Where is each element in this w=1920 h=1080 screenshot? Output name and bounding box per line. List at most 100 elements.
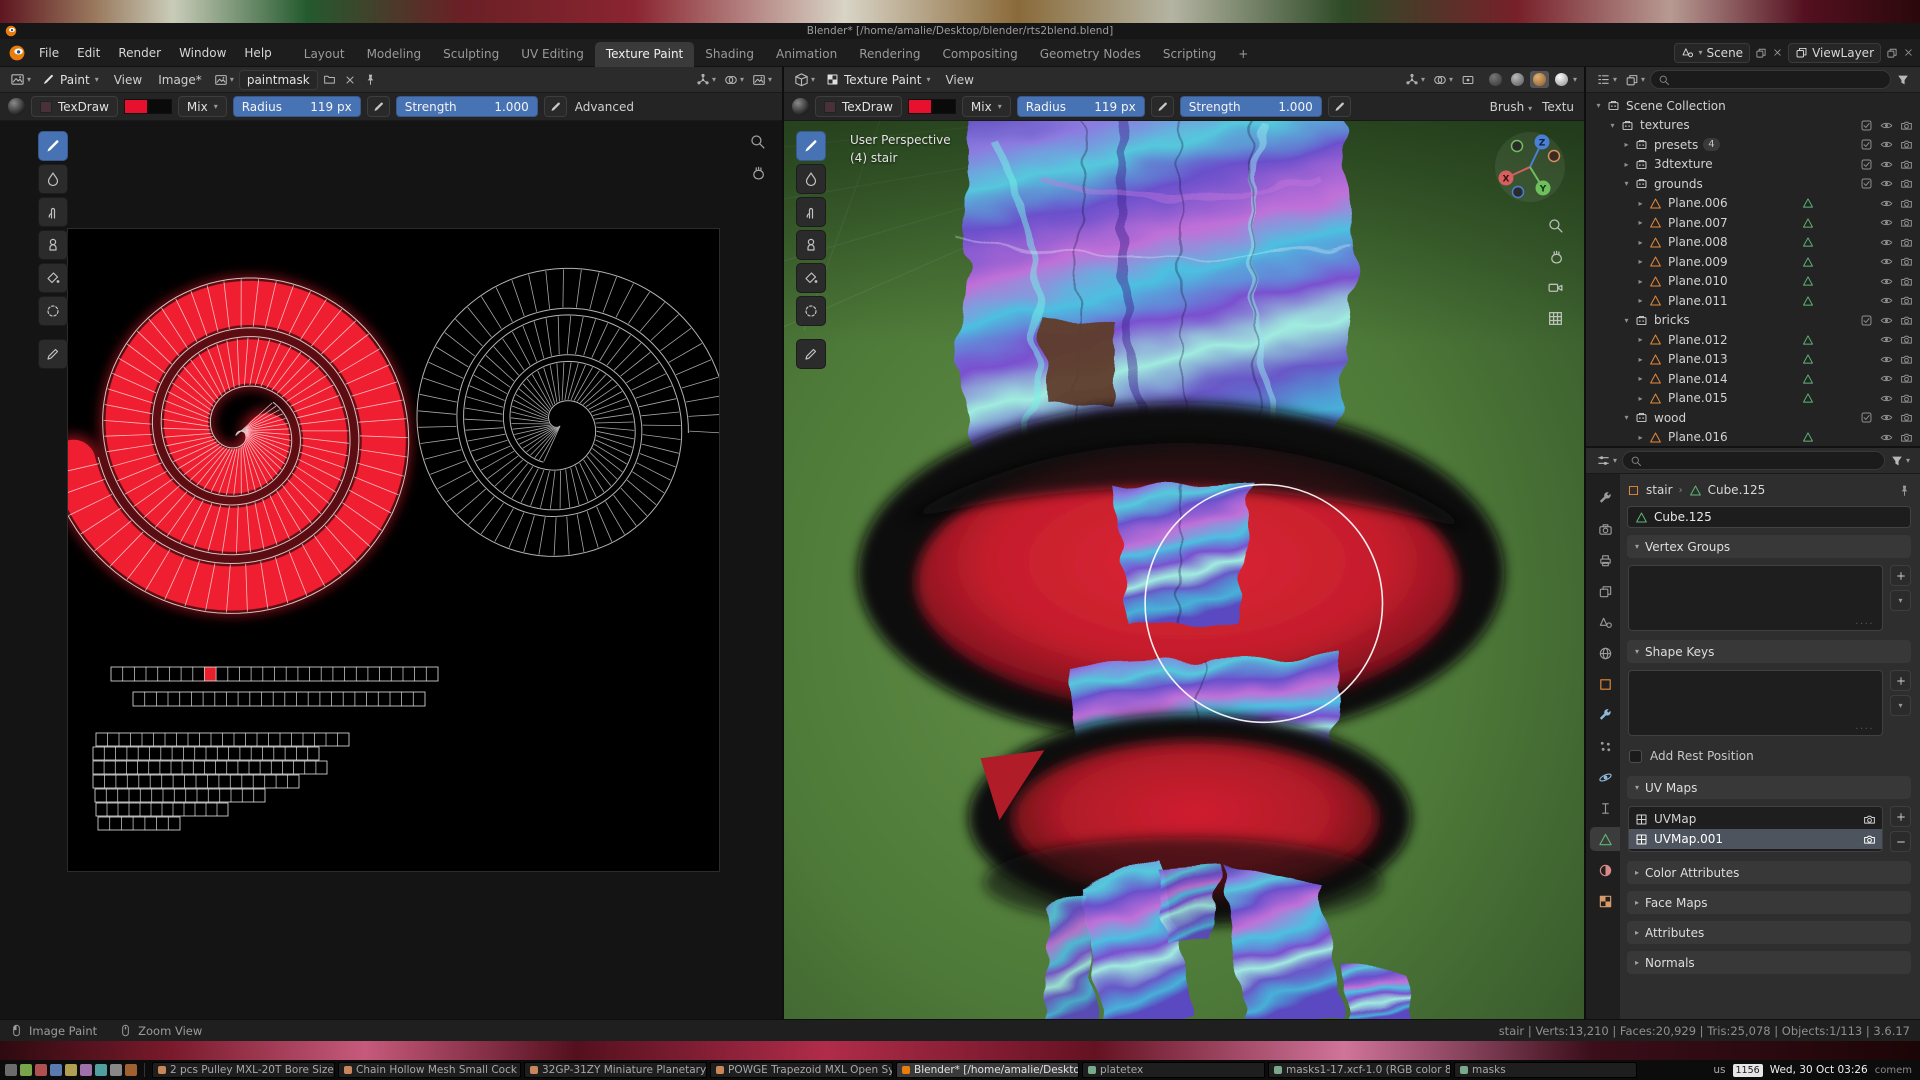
disable-render-toggle[interactable] [1896, 255, 1916, 268]
primary-color-swatch[interactable] [124, 99, 148, 114]
section-uv-maps[interactable]: ▾UV Maps [1627, 776, 1911, 799]
editor-type-image-icon[interactable]: ▾ [7, 72, 34, 87]
disable-render-toggle[interactable] [1896, 294, 1916, 307]
hide-viewport-toggle[interactable] [1876, 333, 1896, 346]
pan-hand-icon[interactable] [1547, 248, 1564, 265]
menu-view[interactable]: View [938, 73, 980, 87]
radius-slider[interactable]: Radius119 px [233, 96, 361, 117]
disclosure-closed-icon[interactable]: ▸ [1620, 140, 1633, 149]
hide-viewport-toggle[interactable] [1876, 255, 1896, 268]
exclude-checkbox[interactable] [1856, 411, 1876, 424]
hide-viewport-toggle[interactable] [1876, 314, 1896, 327]
workspace-tab-modeling[interactable]: Modeling [356, 42, 433, 67]
properties-tab-object-data[interactable] [1590, 827, 1620, 851]
navigation-gizmo[interactable]: Z X Y [1492, 129, 1568, 205]
outliner-row-plane-012[interactable]: ▸ Plane.012 [1586, 330, 1920, 350]
add-uv-map-button[interactable] [1890, 806, 1911, 827]
pin-icon[interactable] [361, 73, 380, 86]
list-resize-grip[interactable]: ···· [1855, 841, 1874, 851]
disclosure-closed-icon[interactable]: ▸ [1634, 394, 1647, 403]
hide-viewport-toggle[interactable] [1876, 236, 1896, 249]
display-mode-icon[interactable]: ▾ [1622, 73, 1648, 87]
outliner-row-plane-006[interactable]: ▸ Plane.006 [1586, 194, 1920, 214]
taskbar-clock[interactable]: Wed, 30 Oct 03:26 [1770, 1064, 1868, 1076]
hide-viewport-toggle[interactable] [1876, 216, 1896, 229]
outliner-row-plane-014[interactable]: ▸ Plane.014 [1586, 369, 1920, 389]
data-name-field[interactable]: Cube.125 [1627, 506, 1911, 528]
disclosure-closed-icon[interactable]: ▸ [1634, 218, 1647, 227]
radius-pressure-toggle[interactable] [367, 96, 390, 117]
disclosure-closed-icon[interactable]: ▸ [1634, 277, 1647, 286]
uv-map-item-uvmap[interactable]: UVMap [1629, 809, 1882, 829]
strength-slider[interactable]: Strength1.000 [1180, 96, 1322, 117]
outliner-row-plane-008[interactable]: ▸ Plane.008 [1586, 233, 1920, 253]
hide-viewport-toggle[interactable] [1876, 411, 1896, 424]
strength-pressure-toggle[interactable] [1328, 96, 1351, 117]
menu-image[interactable]: Image* [151, 73, 209, 87]
menu-window[interactable]: Window [170, 46, 235, 60]
add-rest-position-checkbox[interactable] [1629, 750, 1642, 763]
radius-slider[interactable]: Radius119 px [1017, 96, 1145, 117]
disable-render-toggle[interactable] [1896, 431, 1916, 444]
taskbar-window-button[interactable]: masks1-17.xcf-1.0 (RGB color 8-bit... [1268, 1062, 1451, 1078]
strength-pressure-toggle[interactable] [544, 96, 567, 117]
shading-rendered-button[interactable] [1552, 71, 1571, 88]
render-uv-camera-icon[interactable] [1863, 813, 1876, 826]
xray-icon[interactable] [1458, 73, 1478, 87]
disable-render-toggle[interactable] [1896, 333, 1916, 346]
advanced-panel-label[interactable]: Advanced [573, 100, 636, 114]
exclude-checkbox[interactable] [1856, 314, 1876, 327]
pan-hand-icon[interactable] [749, 164, 766, 181]
workspace-tab-uv-editing[interactable]: UV Editing [510, 42, 595, 67]
tool-clone-button[interactable] [796, 230, 826, 260]
taskbar-window-button[interactable]: platetex [1082, 1062, 1265, 1078]
3d-viewport-canvas[interactable]: User Perspective (4) stair [784, 121, 1584, 1019]
open-image-icon[interactable] [320, 73, 339, 86]
outliner-row-plane-011[interactable]: ▸ Plane.011 [1586, 291, 1920, 311]
hide-viewport-toggle[interactable] [1876, 294, 1896, 307]
properties-tab-constraints[interactable] [1590, 796, 1620, 820]
workspace-tab-compositing[interactable]: Compositing [931, 42, 1028, 67]
browse-image-icon[interactable]: ▾ [211, 73, 237, 87]
tool-draw-button[interactable] [796, 131, 826, 161]
new-scene-button[interactable] [1755, 47, 1767, 59]
disable-render-toggle[interactable] [1896, 216, 1916, 229]
uv-maps-list[interactable]: UVMap UVMap.001 ···· [1628, 806, 1883, 852]
menu-file[interactable]: File [30, 46, 68, 60]
image-mode-dropdown[interactable]: Paint▾ [36, 71, 105, 89]
taskbar-window-button[interactable]: masks [1454, 1062, 1637, 1078]
shading-wireframe-button[interactable] [1486, 71, 1505, 88]
disable-render-toggle[interactable] [1896, 314, 1916, 327]
blender-menu-icon[interactable] [8, 44, 26, 62]
disclosure-open-icon[interactable]: ▾ [1620, 316, 1633, 325]
workspace-tab-sculpting[interactable]: Sculpting [432, 42, 510, 67]
overlays-dropdown-icon[interactable]: ▾ [721, 73, 747, 87]
disclosure-open-icon[interactable]: ▾ [1620, 413, 1633, 422]
outliner-row-bricks[interactable]: ▾ bricks [1586, 311, 1920, 331]
tool-annotate-button[interactable] [796, 339, 826, 369]
outliner-row-plane-007[interactable]: ▸ Plane.007 [1586, 213, 1920, 233]
properties-tab-object[interactable] [1590, 672, 1620, 696]
disable-render-toggle[interactable] [1896, 138, 1916, 151]
secondary-color-swatch[interactable] [932, 99, 956, 114]
properties-tab-particles[interactable] [1590, 734, 1620, 758]
disable-render-toggle[interactable] [1896, 275, 1916, 288]
strength-slider[interactable]: Strength1.000 [396, 96, 538, 117]
overlays-icon[interactable]: ▾ [1430, 73, 1456, 87]
taskbar-window-button[interactable]: 32GP-31ZY Miniature Planetary DC... [524, 1062, 707, 1078]
workspace-tab-scripting[interactable]: Scripting [1152, 42, 1227, 67]
tool-mask-button[interactable] [38, 296, 68, 326]
hide-viewport-toggle[interactable] [1876, 392, 1896, 405]
brush-panel-label[interactable]: Brush ▾ [1488, 100, 1534, 114]
workspace-tab-shading[interactable]: Shading [694, 42, 765, 67]
view-layer-selector[interactable]: ViewLayer [1788, 43, 1881, 63]
taskbar-app-icon[interactable] [80, 1064, 92, 1076]
menu-help[interactable]: Help [235, 46, 280, 60]
disclosure-closed-icon[interactable]: ▸ [1634, 335, 1647, 344]
shape-keys-list[interactable]: ···· [1628, 670, 1883, 736]
workspace-tab-animation[interactable]: Animation [765, 42, 848, 67]
properties-search-input[interactable] [1622, 451, 1885, 470]
disable-render-toggle[interactable] [1896, 392, 1916, 405]
tray-badge[interactable]: 1156 [1733, 1064, 1763, 1077]
add-vertex-group-button[interactable] [1890, 565, 1911, 586]
